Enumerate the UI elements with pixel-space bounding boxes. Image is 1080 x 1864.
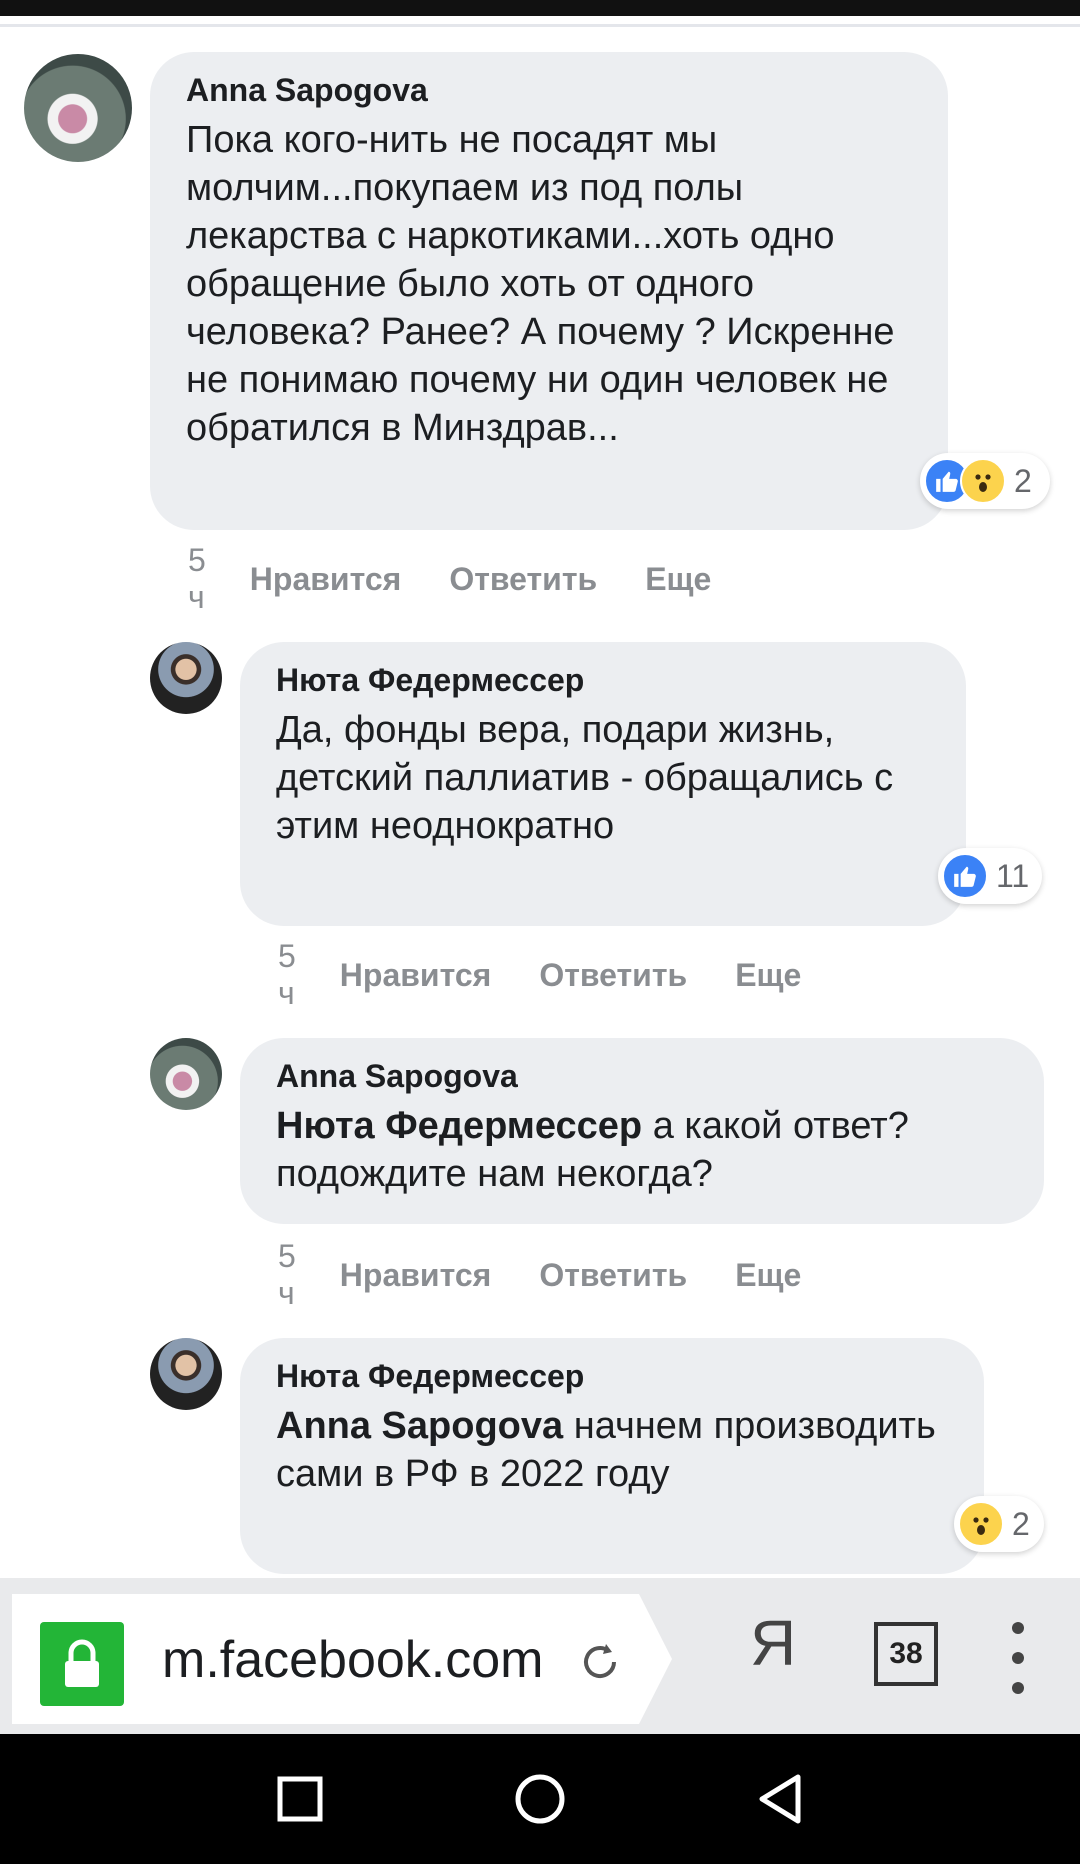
- reply-button[interactable]: Ответить: [449, 561, 597, 598]
- reaction-summary[interactable]: 2: [920, 453, 1050, 509]
- mention-link[interactable]: Anna Sapogova: [276, 1405, 563, 1447]
- comment-time[interactable]: 5 ч: [278, 1238, 296, 1312]
- back-icon[interactable]: [750, 1769, 810, 1829]
- avatar[interactable]: [150, 1338, 222, 1410]
- browser-toolbar: m.facebook.com Я 38: [0, 1578, 1080, 1734]
- comment-bubble: Нюта Федермессер Anna Sapogova начнем пр…: [240, 1338, 984, 1574]
- comment-text: Нюта Федермессер а какой ответ? подождит…: [276, 1102, 1008, 1198]
- comment-author[interactable]: Нюта Федермессер: [276, 1356, 948, 1396]
- recents-icon[interactable]: [270, 1769, 330, 1829]
- mention-link[interactable]: Нюта Федермессер: [276, 1105, 642, 1147]
- avatar[interactable]: [24, 54, 132, 162]
- comment-actions: 5 ч Нравится Ответить Еще: [278, 938, 849, 1012]
- comment-bubble: Anna Sapogova Пока кого-нить не посадят …: [150, 52, 948, 530]
- system-navigation-bar: [0, 1734, 1080, 1864]
- comment-author[interactable]: Нюта Федермессер: [276, 660, 930, 700]
- reload-icon[interactable]: [572, 1634, 628, 1690]
- search-engine-button[interactable]: Я: [750, 1606, 796, 1680]
- comment-time[interactable]: 5 ч: [188, 542, 206, 616]
- divider: [0, 24, 1080, 27]
- url-text[interactable]: m.facebook.com: [162, 1630, 552, 1690]
- comment-actions: 5 ч Нравится Ответить Еще: [278, 1238, 849, 1312]
- status-bar: [0, 0, 1080, 16]
- avatar[interactable]: [150, 1038, 222, 1110]
- comment-text: Да, фонды вера, подари жизнь, детский па…: [276, 709, 894, 847]
- comment-author[interactable]: Anna Sapogova: [186, 70, 912, 110]
- comment-actions: 5 ч Нравится Ответить Еще: [188, 542, 759, 616]
- address-bar[interactable]: m.facebook.com: [12, 1594, 672, 1724]
- wow-icon: [960, 458, 1006, 504]
- reaction-summary[interactable]: 2: [954, 1496, 1044, 1552]
- reaction-count: 2: [1014, 462, 1032, 499]
- home-icon[interactable]: [510, 1769, 570, 1829]
- lock-icon[interactable]: [40, 1622, 124, 1706]
- comment-time[interactable]: 5 ч: [278, 938, 296, 1012]
- reaction-count: 2: [1012, 1505, 1030, 1542]
- like-button[interactable]: Нравится: [250, 561, 402, 598]
- more-button[interactable]: Еще: [735, 957, 801, 994]
- menu-icon[interactable]: [1010, 1622, 1026, 1694]
- comment-text: Пока кого-нить не посадят мы молчим...по…: [186, 119, 895, 449]
- comment-bubble: Anna Sapogova Нюта Федермессер а какой о…: [240, 1038, 1044, 1224]
- avatar[interactable]: [150, 642, 222, 714]
- comment-bubble: Нюта Федермессер Да, фонды вера, подари …: [240, 642, 966, 926]
- comment-text: Anna Sapogova начнем производить сами в …: [276, 1402, 948, 1498]
- reaction-summary[interactable]: 11: [938, 848, 1042, 904]
- tabs-button[interactable]: 38: [874, 1622, 938, 1686]
- wow-icon: [958, 1501, 1004, 1547]
- reaction-count: 11: [996, 857, 1030, 894]
- more-button[interactable]: Еще: [645, 561, 711, 598]
- like-icon: [942, 853, 988, 899]
- like-button[interactable]: Нравится: [340, 1257, 492, 1294]
- like-button[interactable]: Нравится: [340, 957, 492, 994]
- reply-button[interactable]: Ответить: [539, 1257, 687, 1294]
- comment-author[interactable]: Anna Sapogova: [276, 1056, 1008, 1096]
- reply-button[interactable]: Ответить: [539, 957, 687, 994]
- more-button[interactable]: Еще: [735, 1257, 801, 1294]
